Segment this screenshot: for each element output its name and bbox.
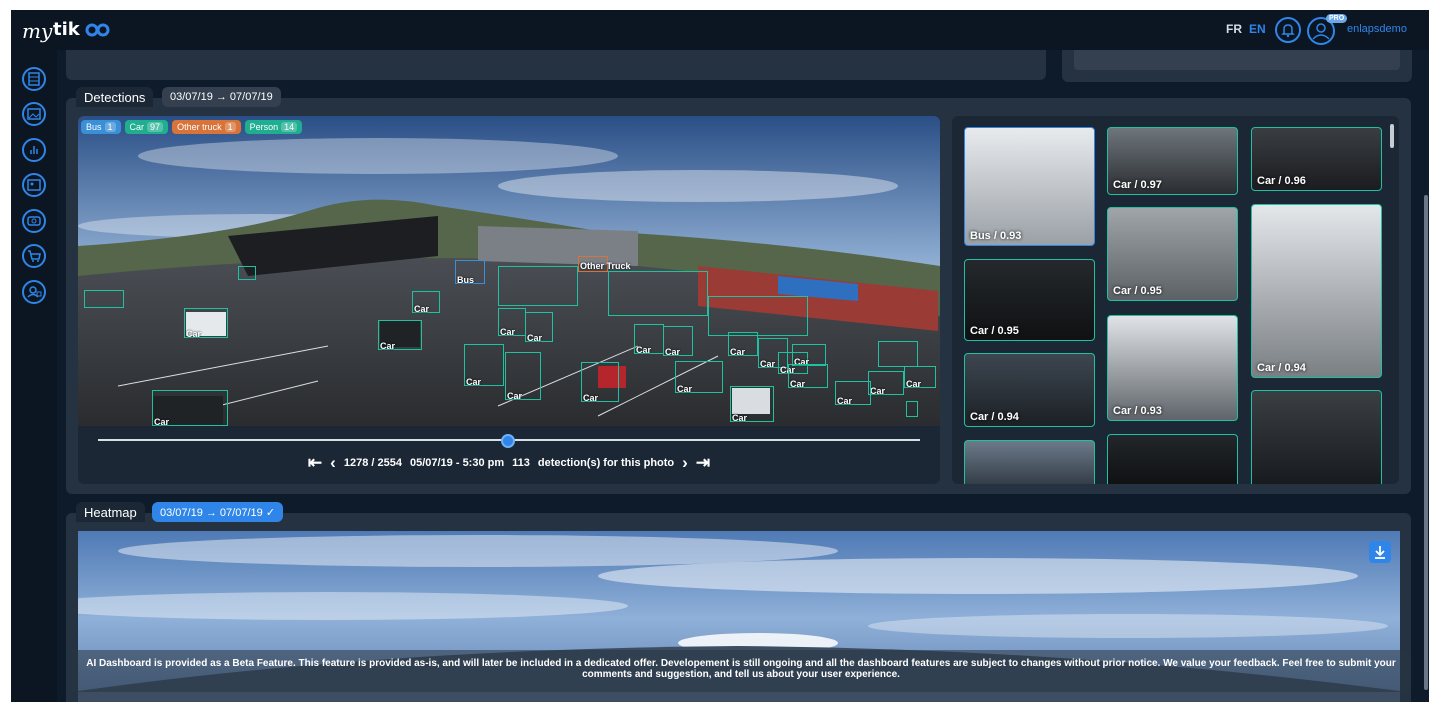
bounding-box[interactable]: Bus	[455, 260, 485, 285]
bell-icon[interactable]	[1275, 17, 1301, 43]
bounding-box[interactable]: Car	[868, 371, 904, 396]
bounding-box[interactable]: Car	[412, 291, 440, 314]
detection-thumbnails: Bus / 0.93 Car / 0.97 Car / 0.96 Car / 0…	[952, 116, 1399, 484]
thumbnail[interactable]: Car / 0.94	[1251, 204, 1382, 378]
bounding-box[interactable]: Car	[634, 324, 664, 355]
detection-count: 113	[512, 457, 530, 469]
previous-panel-bottom	[66, 50, 1046, 80]
thumbnail[interactable]	[1251, 390, 1382, 484]
camera-icon[interactable]	[22, 209, 46, 233]
bounding-box[interactable]: Car	[792, 344, 826, 367]
top-bar: my tik FR EN PRO enlapsdemo	[11, 10, 1429, 50]
next-photo-icon[interactable]: ›	[682, 453, 688, 473]
bounding-box[interactable]: Car	[498, 308, 526, 337]
legend-chip-other-truck[interactable]: Other truck 1	[172, 120, 241, 134]
detections-date-range[interactable]: 03/07/19 → 07/07/19	[162, 87, 281, 107]
bounding-box[interactable]: Car	[525, 312, 553, 343]
thumbnail[interactable]: Car / 0.97	[1107, 127, 1238, 195]
timeline-slider-thumb[interactable]	[501, 434, 515, 448]
legend-chip-car[interactable]: Car 97	[124, 120, 169, 134]
bounding-box[interactable]: Car	[675, 361, 723, 394]
bounding-box[interactable]: Car	[663, 326, 693, 357]
page-scrollbar[interactable]	[1424, 195, 1428, 690]
photo-navigation: ⇤ ‹ 1278 / 2554 05/07/19 - 5:30 pm 113 d…	[78, 452, 940, 474]
last-photo-icon[interactable]: ⇥	[696, 453, 710, 473]
thumbnail[interactable]	[964, 440, 1095, 484]
detection-photo-viewer: Bus 1 Car 97 Other truck 1 Person 14 Bus Oth…	[78, 116, 940, 484]
bounding-box[interactable]	[608, 271, 708, 316]
photo-timestamp: 05/07/19 - 5:30 pm	[409, 457, 505, 469]
previous-photo-icon[interactable]: ‹	[330, 453, 336, 473]
bounding-box[interactable]: Car	[730, 386, 774, 423]
app-frame: my tik FR EN PRO enlapsdemo Detections 0…	[11, 10, 1429, 702]
check-icon: ✓	[265, 507, 276, 519]
mytikee-logo[interactable]: my tik	[20, 14, 120, 46]
sidebar	[11, 50, 57, 702]
username-label[interactable]: enlapsdemo	[1347, 23, 1407, 35]
cart-icon[interactable]	[22, 244, 46, 268]
legend-chip-person[interactable]: Person 14	[244, 120, 303, 134]
detections-title: Detections	[76, 87, 154, 107]
frame-counter: 1278 / 2554	[343, 457, 402, 469]
thumbnail[interactable]: Bus / 0.93	[964, 127, 1095, 246]
bar-chart-icon[interactable]	[22, 138, 46, 162]
bounding-box[interactable]: Car	[505, 352, 541, 401]
bounding-box[interactable]	[906, 401, 918, 417]
language-en-button[interactable]: EN	[1249, 22, 1266, 36]
download-icon[interactable]	[1369, 541, 1391, 563]
bounding-box[interactable]: Car	[152, 390, 228, 427]
logo-my: my	[22, 19, 53, 43]
pro-badge: PRO	[1326, 14, 1348, 23]
film-icon[interactable]	[22, 67, 46, 91]
thumbnails-scrollbar[interactable]	[1390, 124, 1394, 148]
thumbnail[interactable]: Car / 0.96	[1251, 127, 1382, 191]
bounding-box[interactable]: Other Truck	[578, 256, 631, 272]
first-photo-icon[interactable]: ⇤	[308, 453, 322, 473]
bounding-box[interactable]	[498, 266, 578, 306]
thumbnail[interactable]: Car / 0.93	[1107, 315, 1238, 421]
bounding-box[interactable]: Car	[581, 362, 619, 403]
bounding-box[interactable]	[878, 341, 918, 367]
thumbnail[interactable]: Car / 0.94	[964, 353, 1095, 427]
legend-chip-bus[interactable]: Bus 1	[81, 120, 121, 134]
detection-legend: Bus 1 Car 97 Other truck 1 Person 14	[81, 120, 303, 134]
heatmap-date-range[interactable]: 03/07/19 → 07/07/19 ✓	[152, 502, 284, 522]
bounding-box[interactable]: Car	[184, 308, 228, 339]
detection-count-label: detection(s) for this photo	[537, 457, 675, 469]
thumbnail[interactable]: Car / 0.95	[964, 259, 1095, 341]
bounding-box[interactable]	[84, 290, 124, 308]
bounding-box[interactable]: Car	[835, 381, 871, 406]
previous-side-panel-bottom	[1062, 50, 1412, 82]
heatmap-title: Heatmap	[76, 502, 145, 522]
bounding-box[interactable]	[238, 266, 256, 280]
photo-icon[interactable]	[22, 173, 46, 197]
ai-dashboard-icon[interactable]	[22, 280, 46, 304]
bounding-box[interactable]: Car	[904, 366, 936, 389]
logo-tik: tik	[53, 19, 81, 40]
language-fr-button[interactable]: FR	[1226, 22, 1242, 36]
thumbnail[interactable]	[1107, 434, 1238, 484]
bounding-box[interactable]	[708, 296, 808, 336]
beta-notice: AI Dashboard is provided as a Beta Featu…	[71, 650, 1411, 692]
bounding-box[interactable]: Car	[378, 320, 422, 351]
bounding-box[interactable]: Car	[464, 344, 504, 387]
bounding-box[interactable]: Car	[788, 364, 828, 389]
thumbnail[interactable]: Car / 0.95	[1107, 207, 1238, 301]
image-gallery-icon[interactable]	[22, 102, 46, 126]
